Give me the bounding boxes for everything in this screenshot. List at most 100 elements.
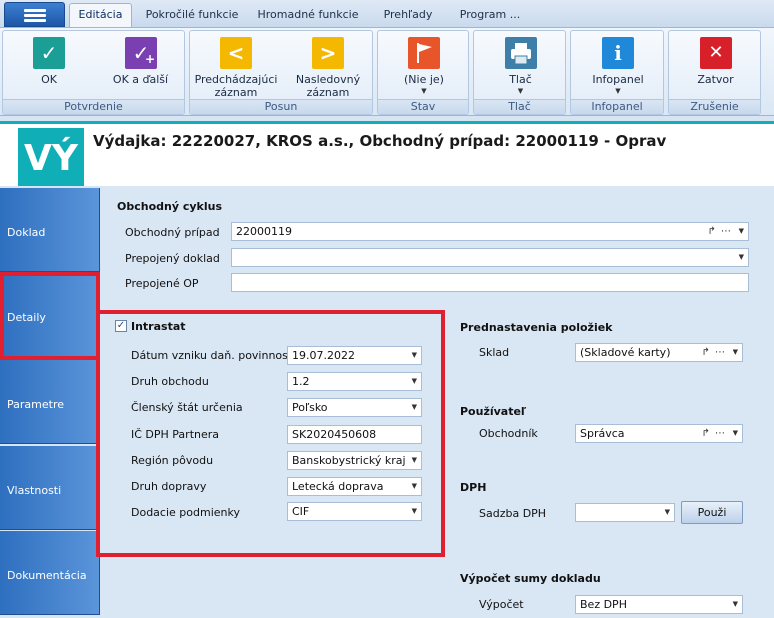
- warehouse-select[interactable]: (Skladové karty) ↱ ⋯ ▼: [575, 343, 743, 362]
- chevron-down-icon: ▼: [517, 87, 524, 95]
- label-calculation: Výpočet: [479, 598, 524, 611]
- ok-next-button[interactable]: ✓ + OK a ďalší: [95, 31, 186, 100]
- group-label-potvrdenie: Potvrdenie: [3, 99, 184, 114]
- previous-record-button[interactable]: < Predchádzajúci záznam: [190, 31, 282, 100]
- delivery-terms-value: CIF: [292, 505, 310, 518]
- label-business-case: Obchodný prípad: [125, 226, 220, 239]
- section-title-vat: DPH: [460, 481, 487, 494]
- nav-item-parametre[interactable]: Parametre: [0, 360, 100, 444]
- chevron-left-icon: <: [220, 37, 252, 69]
- chevron-right-icon: >: [312, 37, 344, 69]
- main-panel: Obchodný cyklus Obchodný prípad 22000119…: [101, 186, 774, 618]
- state-button[interactable]: (Nie je) ▼: [378, 31, 470, 100]
- chevron-down-icon[interactable]: ▼: [412, 478, 417, 495]
- chevron-down-icon[interactable]: ▼: [733, 596, 738, 613]
- left-navigation: Doklad Detaily Parametre Vlastnosti Doku…: [0, 186, 100, 618]
- calculation-value: Bez DPH: [580, 598, 627, 611]
- origin-region-select[interactable]: Banskobystrický kraj ▼: [287, 451, 422, 470]
- nav-item-detaily[interactable]: Detaily: [0, 273, 100, 357]
- ribbon-group-infopanel: i Infopanel ▼ Infopanel: [570, 30, 664, 115]
- salesperson-select[interactable]: Správca ↱ ⋯ ▼: [575, 424, 743, 443]
- chevron-down-icon[interactable]: ▼: [665, 504, 670, 521]
- chevron-down-icon[interactable]: ▼: [733, 344, 738, 361]
- previous-record-label-1: Predchádzajúci: [194, 73, 278, 86]
- label-warehouse: Sklad: [479, 346, 510, 359]
- intrastat-checkbox[interactable]: ✓: [115, 320, 127, 332]
- ok-button[interactable]: ✓ OK: [3, 31, 95, 100]
- next-record-label-1: Nasledovný: [295, 73, 361, 86]
- group-label-stav: Stav: [378, 99, 468, 114]
- label-member-state: Členský štát určenia: [131, 401, 243, 414]
- tax-date-select[interactable]: 19.07.2022 ▼: [287, 346, 422, 365]
- chevron-down-icon[interactable]: ▼: [412, 347, 417, 364]
- chevron-down-icon: ▼: [615, 87, 621, 95]
- next-record-label-2: záznam: [306, 86, 350, 99]
- checkmark-plus-icon: ✓ +: [125, 37, 157, 69]
- label-transport-type: Druh dopravy: [131, 480, 207, 493]
- nav-item-label: Parametre: [7, 398, 64, 411]
- partner-vat-input[interactable]: SK2020450608: [287, 425, 422, 444]
- previous-record-label-2: záznam: [214, 86, 258, 99]
- group-label-zrusenie: Zrušenie: [669, 99, 760, 114]
- linked-doc-select[interactable]: ▼: [231, 248, 749, 267]
- document-header: VÝ Výdajka: 22220027, KROS a.s., Obchodn…: [0, 121, 774, 189]
- ribbon: ✓ OK ✓ + OK a ďalší Potvrdenie < Predchád…: [0, 27, 774, 116]
- chevron-down-icon[interactable]: ▼: [412, 373, 417, 390]
- print-button-label: Tlač: [509, 73, 532, 86]
- tab-prehlady[interactable]: Prehľady: [374, 5, 442, 27]
- nav-item-label: Doklad: [7, 226, 46, 239]
- nav-item-dokumentacia[interactable]: Dokumentácia: [0, 531, 100, 615]
- chevron-down-icon[interactable]: ▼: [739, 223, 744, 240]
- tab-program[interactable]: Program ...: [452, 5, 528, 27]
- group-label-posun: Posun: [190, 99, 372, 114]
- chevron-down-icon[interactable]: ▼: [412, 399, 417, 416]
- chevron-down-icon[interactable]: ▼: [412, 503, 417, 520]
- label-trade-type: Druh obchodu: [131, 375, 209, 388]
- nav-item-label: Detaily: [7, 311, 46, 324]
- tab-pokrocile-funkcie[interactable]: Pokročilé funkcie: [140, 5, 244, 27]
- document-type-logo: VÝ: [18, 128, 84, 189]
- chevron-down-icon[interactable]: ▼: [733, 425, 738, 442]
- print-button[interactable]: Tlač ▼: [474, 31, 567, 100]
- transport-type-select[interactable]: Letecká doprava ▼: [287, 477, 422, 496]
- delivery-terms-select[interactable]: CIF ▼: [287, 502, 422, 521]
- vat-rate-select[interactable]: ▼: [575, 503, 675, 522]
- nav-item-doklad[interactable]: Doklad: [0, 188, 100, 272]
- section-title-intrastat: Intrastat: [131, 320, 186, 333]
- nav-item-label: Vlastnosti: [7, 484, 62, 497]
- origin-region-value: Banskobystrický kraj: [292, 454, 406, 467]
- next-record-button[interactable]: > Nasledovný záznam: [282, 31, 374, 100]
- apply-vat-button[interactable]: Použi: [681, 501, 743, 524]
- close-button[interactable]: ✕ Zatvor: [669, 31, 762, 100]
- state-button-label: (Nie je): [404, 73, 444, 86]
- label-origin-region: Región pôvodu: [131, 454, 214, 467]
- chevron-down-icon[interactable]: ▼: [739, 249, 744, 266]
- business-case-input[interactable]: 22000119 ↱ ⋯ ▼: [231, 222, 749, 241]
- label-linked-op: Prepojené OP: [125, 277, 199, 290]
- trade-type-value: 1.2: [292, 375, 310, 388]
- tab-hromadne-funkcie[interactable]: Hromadné funkcie: [254, 5, 362, 27]
- ribbon-group-stav: (Nie je) ▼ Stav: [377, 30, 469, 115]
- flag-icon: [408, 37, 440, 69]
- ok-button-label: OK: [41, 73, 57, 86]
- tab-bar: Editácia Pokročilé funkcie Hromadné funk…: [0, 0, 774, 27]
- trade-type-select[interactable]: 1.2 ▼: [287, 372, 422, 391]
- linked-op-input[interactable]: [231, 273, 749, 292]
- section-title-sum: Výpočet sumy dokladu: [460, 572, 601, 585]
- infopanel-button[interactable]: i Infopanel ▼: [571, 31, 665, 100]
- partner-vat-value: SK2020450608: [292, 428, 377, 441]
- nav-item-label: Dokumentácia: [7, 569, 87, 582]
- tab-editacia[interactable]: Editácia: [69, 3, 132, 27]
- lookup-tools-icon[interactable]: ↱ ⋯: [707, 223, 732, 240]
- calculation-select[interactable]: Bez DPH ▼: [575, 595, 743, 614]
- lookup-tools-icon[interactable]: ↱ ⋯: [701, 425, 726, 442]
- page-title: Výdajka: 22220027, KROS a.s., Obchodný p…: [93, 132, 667, 150]
- chevron-down-icon[interactable]: ▼: [412, 452, 417, 469]
- ribbon-group-posun: < Predchádzajúci záznam > Nasledovný záz…: [189, 30, 373, 115]
- chevron-down-icon: ▼: [421, 87, 427, 95]
- business-case-value: 22000119: [236, 225, 292, 238]
- member-state-select[interactable]: Poľsko ▼: [287, 398, 422, 417]
- nav-item-vlastnosti[interactable]: Vlastnosti: [0, 446, 100, 530]
- lookup-tools-icon[interactable]: ↱ ⋯: [701, 344, 726, 361]
- app-menu-button[interactable]: [4, 2, 65, 27]
